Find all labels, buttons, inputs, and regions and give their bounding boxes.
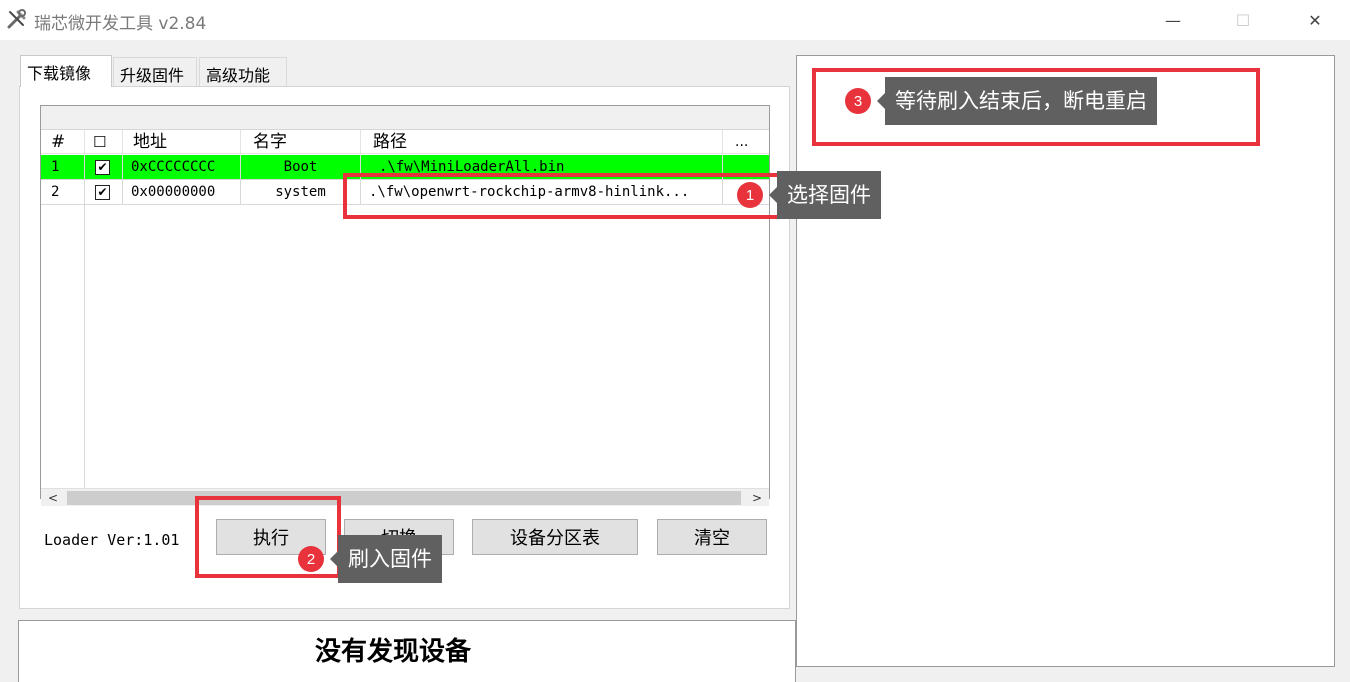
table-row[interactable]: 2 ✔ 0x00000000 system .\fw\openwrt-rockc… xyxy=(41,180,769,205)
log-panel[interactable] xyxy=(796,55,1335,667)
callout-pointer-icon xyxy=(330,551,338,567)
tab-panel-download: # ☐ 地址 名字 路径 ... 1 ✔ 0xCCCCCCCC Boot .\f… xyxy=(19,86,790,609)
list-top-bar xyxy=(41,106,769,130)
title-bar: 瑞芯微开发工具 v2.84 — ☐ ✕ xyxy=(0,0,1350,40)
tab-download-image[interactable]: 下载镜像 xyxy=(20,55,112,87)
step-badge-3: 3 xyxy=(845,88,871,114)
device-status-box: 没有发现设备 xyxy=(18,620,796,682)
row-checkbox[interactable]: ✔ xyxy=(85,180,123,205)
tab-upgrade-firmware[interactable]: 升级固件 xyxy=(113,57,197,87)
row-path[interactable]: .\fw\MiniLoaderAll.bin xyxy=(361,155,723,180)
check-icon[interactable]: ✔ xyxy=(95,160,110,175)
window-title: 瑞芯微开发工具 v2.84 xyxy=(34,14,207,34)
header-check[interactable]: ☐ xyxy=(85,130,123,154)
row-checkbox[interactable]: ✔ xyxy=(85,155,123,180)
callout-text-3: 等待刷入结束后，断电重启 xyxy=(885,77,1157,125)
check-icon[interactable]: ✔ xyxy=(95,185,110,200)
header-address[interactable]: 地址 xyxy=(123,130,241,154)
table-row[interactable]: 1 ✔ 0xCCCCCCCC Boot .\fw\MiniLoaderAll.b… xyxy=(41,155,769,180)
tab-advanced-functions[interactable]: 高级功能 xyxy=(199,57,287,87)
callout-text-2: 刷入固件 xyxy=(338,535,442,583)
row-address: 0xCCCCCCCC xyxy=(123,155,241,180)
scroll-left-icon[interactable]: < xyxy=(43,489,63,507)
header-path[interactable]: 路径 xyxy=(361,130,723,154)
row-address: 0x00000000 xyxy=(123,180,241,205)
partition-table-button[interactable]: 设备分区表 xyxy=(472,519,638,555)
row-name: system xyxy=(241,180,361,205)
row-index: 1 xyxy=(41,155,85,180)
step-badge-1: 1 xyxy=(737,182,763,208)
row-path[interactable]: .\fw\openwrt-rockchip-armv8-hinlink... xyxy=(361,180,723,205)
callout-1: 1 选择固件 xyxy=(737,171,881,219)
step-badge-2: 2 xyxy=(298,546,324,572)
horizontal-scrollbar[interactable]: < > xyxy=(41,488,769,506)
list-index-column xyxy=(41,205,85,489)
callout-2: 2 刷入固件 xyxy=(298,535,442,583)
row-index: 2 xyxy=(41,180,85,205)
image-list: # ☐ 地址 名字 路径 ... 1 ✔ 0xCCCCCCCC Boot .\f… xyxy=(40,105,770,506)
scroll-thumb[interactable] xyxy=(67,491,741,505)
row-name: Boot xyxy=(241,155,361,180)
list-header: # ☐ 地址 名字 路径 ... xyxy=(41,130,769,154)
clear-button[interactable]: 清空 xyxy=(657,519,767,555)
header-more[interactable]: ... xyxy=(723,130,769,154)
callout-3: 3 等待刷入结束后，断电重启 xyxy=(845,77,1157,125)
client-area: 下载镜像 升级固件 高级功能 # ☐ 地址 名字 路径 ... 1 ✔ 0xCC… xyxy=(0,40,1350,682)
device-status: 没有发现设备 xyxy=(315,637,472,667)
callout-text-1: 选择固件 xyxy=(777,171,881,219)
header-name[interactable]: 名字 xyxy=(241,130,361,154)
tools-icon xyxy=(6,8,28,30)
header-index[interactable]: # xyxy=(41,130,85,154)
callout-pointer-icon xyxy=(769,187,777,203)
loader-version: Loader Ver:1.01 xyxy=(44,531,180,549)
maximize-button[interactable]: ☐ xyxy=(1208,0,1278,40)
close-button[interactable]: ✕ xyxy=(1280,0,1350,40)
minimize-button[interactable]: — xyxy=(1138,0,1208,40)
scroll-right-icon[interactable]: > xyxy=(747,489,767,507)
callout-pointer-icon xyxy=(877,93,885,109)
